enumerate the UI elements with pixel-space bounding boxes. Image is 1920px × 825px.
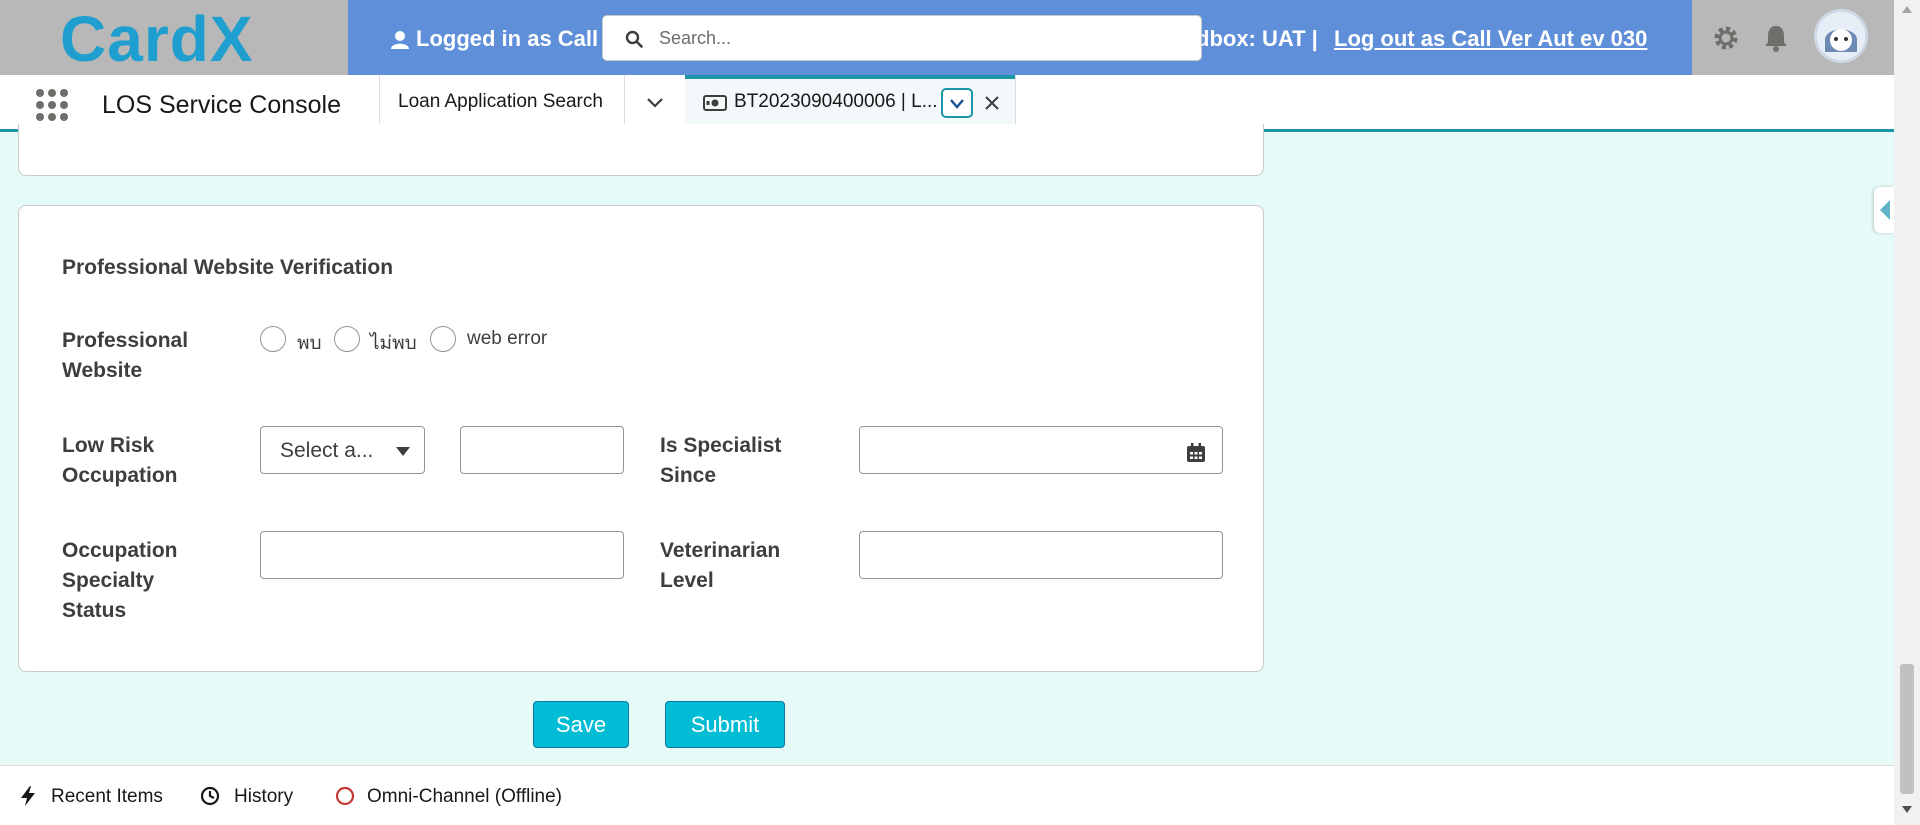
global-header: CardX Logged in as Call dbox: UAT | Log … [0, 0, 1894, 75]
radio-found-label: พบ [297, 333, 322, 354]
global-search[interactable] [602, 15, 1202, 61]
chevron-down-icon [950, 99, 964, 109]
tab-loan-application-search[interactable]: Loan Application Search [380, 75, 624, 129]
tab-overflow-button[interactable] [625, 75, 685, 129]
close-icon[interactable] [981, 92, 1003, 114]
setup-gear-icon[interactable] [1710, 22, 1742, 54]
history-label: History [234, 786, 294, 807]
submit-button[interactable]: Submit [665, 701, 785, 748]
radio-not-found-label: ไม่พบ [370, 333, 417, 354]
is-specialist-since-label: Is Specialist Since [660, 434, 782, 487]
logged-in-text: Logged in as Call [416, 26, 599, 51]
occupation-specialty-status-label: Occupation Specialty Status [62, 539, 178, 622]
utility-bar: Recent Items History Omni-Channel (Offli… [0, 765, 1894, 825]
logout-link[interactable]: Log out as Call Ver Aut ev 030 [1334, 26, 1647, 52]
search-input[interactable] [659, 24, 1179, 52]
caret-down-icon [396, 447, 410, 456]
chevron-down-icon [647, 98, 663, 108]
utility-recent-items[interactable]: Recent Items [0, 766, 170, 825]
calendar-icon[interactable] [1186, 443, 1206, 463]
veterinarian-level-label: Veterinarian Level [660, 539, 781, 592]
radio-not-found[interactable] [334, 326, 360, 352]
is-specialist-since-date-input[interactable] [859, 426, 1223, 474]
tab-loan-application-record[interactable]: BT2023090400006 | L... [685, 75, 1015, 129]
avatar[interactable] [1814, 9, 1868, 63]
avatar-icon [1817, 12, 1865, 60]
previous-section-card [18, 124, 1264, 176]
user-icon [391, 31, 409, 49]
app-name: LOS Service Console [102, 91, 342, 119]
professional-website-verification-card: Professional Website Verification Profes… [18, 205, 1264, 672]
recent-items-label: Recent Items [51, 786, 163, 807]
low-risk-occupation-select[interactable]: Select a... [260, 426, 425, 474]
select-value: Select a... [280, 439, 374, 462]
tab-label: Loan Application Search [398, 91, 603, 112]
sandbox-text: dbox: UAT | [1196, 26, 1318, 51]
nav-divider [1015, 75, 1016, 129]
logo-text: CardX [60, 6, 254, 72]
side-panel-toggle[interactable] [1874, 187, 1894, 233]
cardx-logo: CardX [60, 6, 254, 72]
radio-web-error[interactable] [430, 326, 456, 352]
low-risk-occupation-label: Low Risk Occupation [62, 434, 178, 487]
clock-icon [200, 786, 220, 806]
app-launcher-icon[interactable] [35, 88, 69, 122]
bell-icon[interactable] [1760, 22, 1792, 54]
veterinarian-level-input[interactable] [859, 531, 1223, 579]
tab-actions-button[interactable] [941, 88, 973, 118]
utility-omni-channel[interactable]: Omni-Channel (Offline) [325, 766, 575, 825]
utility-history[interactable]: History [190, 766, 310, 825]
radio-web-error-label: web error [467, 328, 548, 349]
radio-found[interactable] [260, 326, 286, 352]
low-risk-occupation-text-input[interactable] [460, 426, 624, 474]
section-title: Professional Website Verification [62, 256, 394, 279]
tab-label: BT2023090400006 | L... [734, 91, 938, 112]
page-scrollbar[interactable] [1894, 0, 1920, 825]
save-button[interactable]: Save [533, 701, 629, 748]
omni-channel-label: Omni-Channel (Offline) [367, 786, 563, 807]
offline-circle-icon [335, 786, 355, 806]
professional-website-label: Professional Website [62, 329, 189, 382]
scroll-down-arrow-icon[interactable] [1902, 806, 1912, 813]
scrollbar-thumb[interactable] [1900, 664, 1914, 794]
money-icon [703, 95, 727, 111]
chevron-left-icon [1880, 200, 1890, 220]
scroll-up-arrow-icon[interactable] [1902, 6, 1912, 13]
occupation-specialty-status-input[interactable] [260, 531, 624, 579]
search-icon [625, 30, 643, 48]
bolt-icon [21, 786, 35, 806]
